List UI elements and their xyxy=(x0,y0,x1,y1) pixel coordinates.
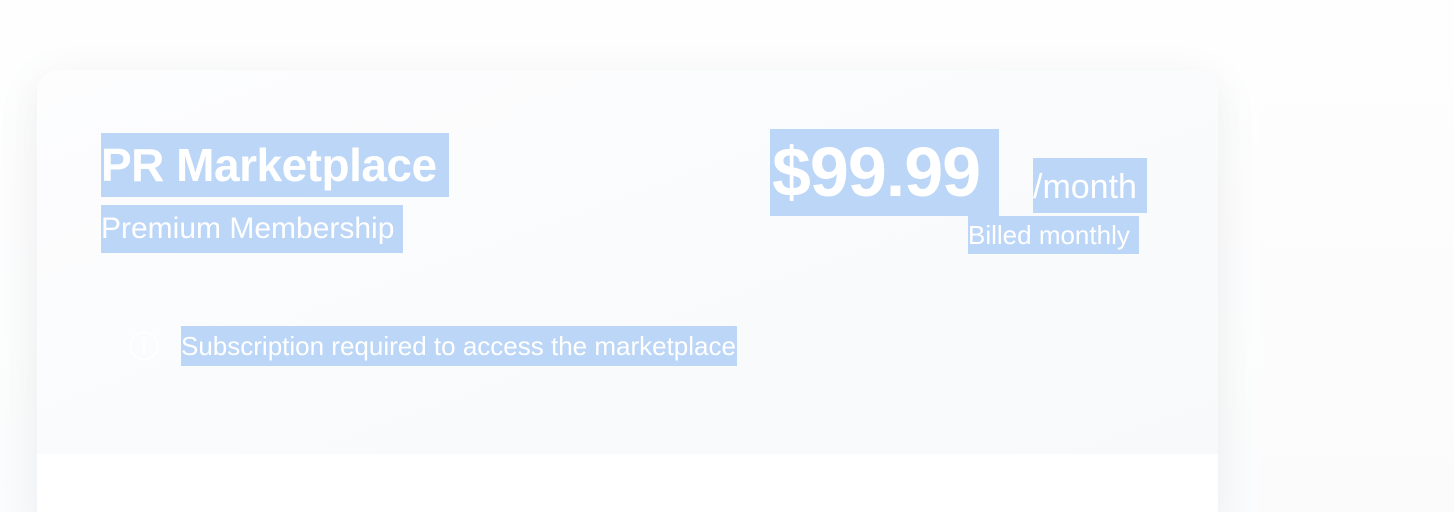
card-header: PR Marketplace Premium Membership $99.99… xyxy=(37,70,1218,454)
info-icon xyxy=(128,330,160,362)
price-amount: $99.99 xyxy=(770,129,1000,216)
subscription-notice: Subscription required to access the mark… xyxy=(181,326,737,366)
plan-subtitle: Premium Membership xyxy=(101,205,404,253)
billing-note: Billed monthly xyxy=(968,216,1139,254)
plan-title: PR Marketplace xyxy=(101,133,449,197)
side-panel xyxy=(1258,0,1454,512)
price-period: /month xyxy=(1033,158,1147,213)
subscription-card: PR Marketplace Premium Membership $99.99… xyxy=(37,70,1218,512)
page: PR Marketplace Premium Membership $99.99… xyxy=(0,0,1454,512)
